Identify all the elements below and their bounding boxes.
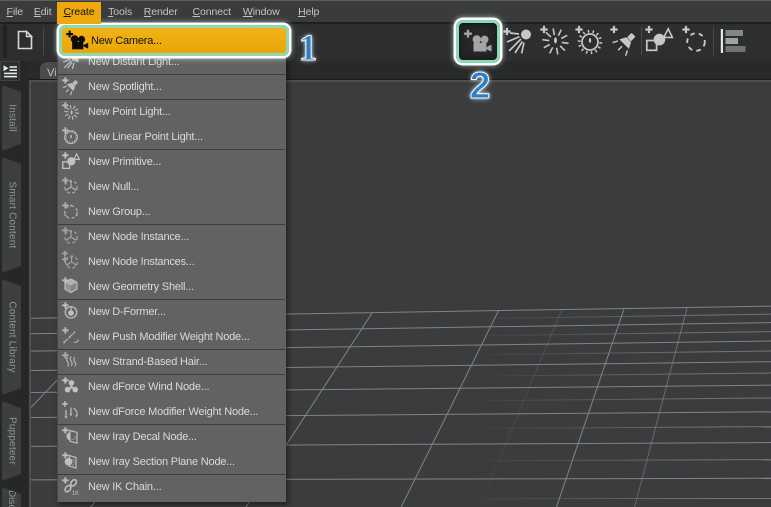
svg-text:1K: 1K xyxy=(71,491,78,496)
